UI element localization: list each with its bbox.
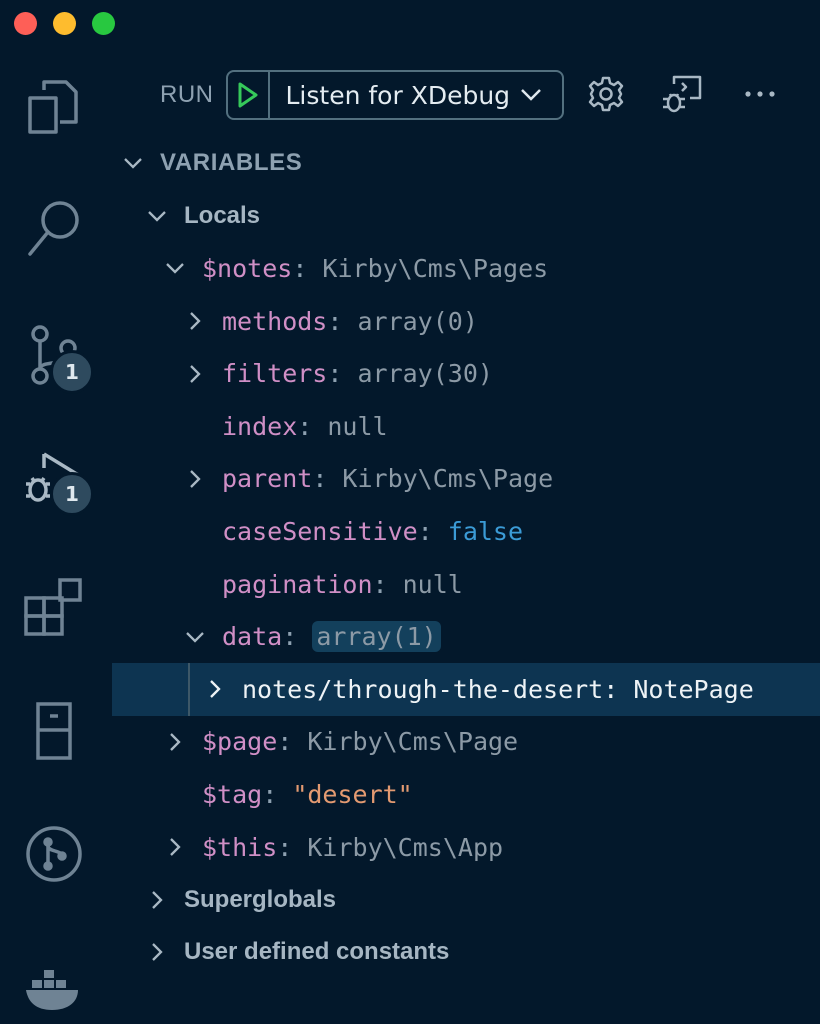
variable-value: array(0): [357, 306, 478, 336]
scope-user-defined-constants[interactable]: User defined constants: [112, 926, 820, 979]
chevron-right-icon: [146, 941, 168, 963]
launch-config-dropdown[interactable]: Listen for XDebug: [270, 81, 562, 110]
variable-value: null: [402, 569, 463, 599]
variable-page[interactable]: $page: Kirby\Cms\Page: [112, 716, 820, 769]
scope-locals[interactable]: Locals: [112, 190, 820, 243]
variables-section-title: VARIABLES: [160, 149, 303, 177]
maximize-window-button[interactable]: [92, 12, 115, 35]
chevron-right-icon: [184, 310, 206, 332]
variable-value: Kirby\Cms\Pages: [322, 253, 549, 283]
variable-value: Kirby\Cms\App: [307, 832, 504, 862]
run-label: RUN: [160, 81, 214, 108]
variable-name: $tag: [202, 779, 263, 809]
variable-name: $notes: [202, 253, 293, 283]
variables-section-header[interactable]: VARIABLES: [112, 137, 820, 190]
indent-guide: [188, 662, 190, 716]
start-debugging-button[interactable]: [228, 72, 270, 118]
variable-name: index: [222, 411, 298, 441]
variable-value: null: [327, 411, 388, 441]
chevron-right-icon: [164, 731, 186, 753]
debug-console-icon[interactable]: [660, 72, 704, 116]
chevron-down-icon: [164, 257, 186, 279]
variable-name: caseSensitive: [222, 516, 418, 546]
variable-data[interactable]: data: array(1): [112, 610, 820, 663]
chevron-down-icon: [184, 626, 206, 648]
variable-pagination[interactable]: pagination: null: [112, 558, 820, 611]
chevron-down-icon: [122, 152, 144, 174]
variable-value: false: [447, 516, 524, 546]
chevron-down-icon: [520, 89, 541, 101]
gear-icon[interactable]: [584, 72, 628, 116]
variable-name: $this: [202, 832, 278, 862]
docker-icon[interactable]: [22, 956, 86, 1020]
launch-config-name: Listen for XDebug: [285, 80, 511, 110]
variable-index[interactable]: index: null: [112, 400, 820, 453]
variable-name: methods: [222, 306, 328, 336]
variable-methods[interactable]: methods: array(0): [112, 295, 820, 348]
variable-case-sensitive[interactable]: caseSensitive: false: [112, 505, 820, 558]
variable-tag[interactable]: $tag: "desert": [112, 768, 820, 821]
variable-name: data: [222, 622, 283, 652]
variable-value-highlight: array(1): [312, 621, 441, 653]
chevron-right-icon: [146, 889, 168, 911]
variable-value: Kirby\Cms\Page: [307, 727, 519, 757]
debug-badge: 1: [50, 472, 94, 516]
variable-data-entry[interactable]: notes/through-the-desert: NotePage: [112, 662, 820, 716]
debug-toolbar: RUN Listen for XDebug: [160, 68, 564, 122]
scm-badge: 1: [50, 350, 94, 394]
variable-filters[interactable]: filters: array(30): [112, 347, 820, 400]
variable-value: NotePage: [633, 674, 754, 704]
chevron-right-icon: [184, 363, 206, 385]
chevron-right-icon: [184, 468, 206, 490]
variable-name: pagination: [222, 569, 373, 599]
more-actions-icon[interactable]: [738, 72, 782, 116]
variable-notes[interactable]: $notes: Kirby\Cms\Pages: [112, 242, 820, 295]
extensions-icon[interactable]: [22, 572, 86, 636]
minimize-window-button[interactable]: [53, 12, 76, 35]
variables-panel: VARIABLES Locals $notes: Kirby\Cms\Pages…: [112, 137, 820, 979]
launch-config-combo: Listen for XDebug: [225, 70, 564, 120]
variable-this[interactable]: $this: Kirby\Cms\App: [112, 821, 820, 874]
variable-parent[interactable]: parent: Kirby\Cms\Page: [112, 453, 820, 506]
chevron-right-icon: [204, 678, 226, 700]
close-window-button[interactable]: [14, 12, 37, 35]
activity-bar: 1 1: [0, 60, 110, 1010]
remote-explorer-icon[interactable]: [22, 696, 86, 760]
chevron-right-icon: [164, 836, 186, 858]
scope-title: User defined constants: [184, 938, 450, 966]
git-graph-icon[interactable]: [22, 822, 86, 886]
chevron-down-icon: [146, 205, 168, 227]
source-control-icon[interactable]: 1: [22, 322, 94, 394]
scope-title: Superglobals: [184, 885, 337, 913]
scope-title: Locals: [184, 201, 261, 229]
search-icon[interactable]: [22, 196, 86, 260]
variable-value: "desert": [292, 779, 413, 809]
run-debug-icon[interactable]: 1: [22, 444, 94, 516]
window-controls: [14, 12, 115, 35]
scope-superglobals[interactable]: Superglobals: [112, 873, 820, 926]
play-icon: [238, 82, 257, 108]
variable-name: notes/through-the-desert: [242, 674, 604, 704]
explorer-icon[interactable]: [22, 74, 86, 138]
variable-value: array(30): [357, 359, 493, 389]
variable-name: filters: [222, 359, 328, 389]
variable-name: parent: [222, 464, 313, 494]
variable-name: $page: [202, 727, 278, 757]
variable-value: Kirby\Cms\Page: [342, 464, 554, 494]
